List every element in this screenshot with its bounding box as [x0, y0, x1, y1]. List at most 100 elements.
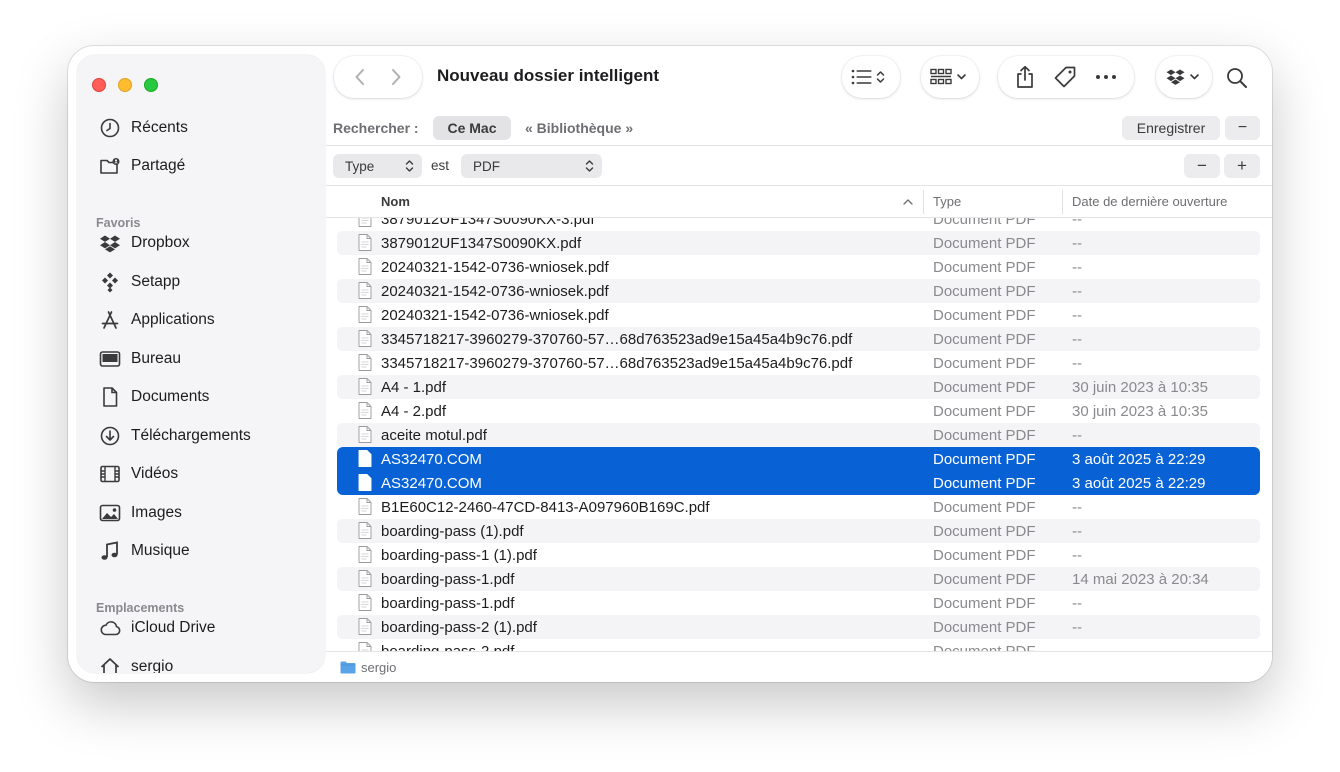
sidebar-item-label: Vidéos — [131, 465, 179, 482]
sidebar-item-setapp[interactable]: Setapp — [91, 266, 313, 298]
close-window-button[interactable] — [92, 78, 106, 92]
search-criteria-row: Type est PDF − + — [326, 146, 1272, 186]
sidebar-item-recents[interactable]: Récents — [91, 112, 313, 144]
file-last-opened: -- — [1072, 218, 1082, 228]
minimize-window-button[interactable] — [118, 78, 132, 92]
column-header: Nom Type Date de dernière ouverture — [326, 186, 1272, 218]
sidebar-item-label: Bureau — [131, 350, 181, 367]
file-row[interactable]: boarding-pass-1.pdf Document PDF 14 mai 20… — [326, 567, 1272, 591]
zoom-window-button[interactable] — [144, 78, 158, 92]
more-actions-button[interactable] — [1095, 74, 1117, 80]
sidebar-item-label: Partagé — [131, 157, 186, 174]
remove-search-button[interactable]: − — [1225, 116, 1260, 140]
sidebar-item-dropbox[interactable]: Dropbox — [91, 227, 313, 259]
file-row[interactable]: 3879012UF1347S0090KX.pdf Document PDF -- — [326, 231, 1272, 255]
sidebar-item-desktop[interactable]: Bureau — [91, 343, 313, 375]
file-name: 20240321-1542-0736-wniosek.pdf — [381, 259, 609, 276]
share-icon — [1017, 65, 1033, 88]
back-button[interactable] — [345, 62, 375, 92]
criteria-operator-label: est — [431, 158, 450, 173]
file-name: boarding-pass-2.pdf — [381, 643, 514, 651]
file-row[interactable]: boarding-pass-1 (1).pdf Document PDF -- — [326, 543, 1272, 567]
file-type: Document PDF — [933, 547, 1036, 564]
file-row[interactable]: aceite motul.pdf Document PDF -- — [326, 423, 1272, 447]
scope-this-mac-button[interactable]: Ce Mac — [433, 116, 511, 140]
sidebar-item-documents[interactable]: Documents — [91, 381, 313, 413]
file-row[interactable]: A4 - 2.pdf Document PDF 30 juin 2023 à 10:… — [326, 399, 1272, 423]
document-icon — [94, 381, 126, 413]
sidebar: Récents Partagé Favoris Dropbox Setapp A… — [77, 55, 325, 673]
sidebar-item-applications[interactable]: Applications — [91, 304, 313, 336]
file-last-opened: -- — [1072, 259, 1082, 276]
view-options-button[interactable] — [842, 56, 900, 98]
desktop-icon — [94, 343, 126, 375]
file-type: Document PDF — [933, 355, 1036, 372]
sidebar-item-images[interactable]: Images — [91, 497, 313, 529]
search-button[interactable] — [1221, 62, 1253, 94]
file-row[interactable]: 20240321-1542-0736-wniosek.pdf Document P… — [326, 255, 1272, 279]
sidebar-item-label: iCloud Drive — [131, 619, 216, 636]
path-item-home[interactable]: sergio — [361, 660, 396, 675]
sidebar-item-videos[interactable]: Vidéos — [91, 458, 313, 490]
sidebar-item-icloud[interactable]: iCloud Drive — [91, 612, 313, 644]
criteria-value-select[interactable]: PDF — [461, 154, 602, 178]
file-type: Document PDF — [933, 218, 1036, 228]
forward-button[interactable] — [381, 62, 411, 92]
path-bar: sergio — [326, 651, 1272, 682]
download-icon — [94, 420, 126, 452]
pdf-file-icon — [358, 234, 372, 251]
column-name-header[interactable]: Nom — [381, 194, 410, 209]
file-row[interactable]: A4 - 1.pdf Document PDF 30 juin 2023 à 10:… — [326, 375, 1272, 399]
file-name: 3345718217-3960279-370760-57…68d763523ad… — [381, 331, 853, 348]
file-name: 3879012UF1347S0090KX-3.pdf — [381, 218, 595, 228]
file-last-opened: -- — [1072, 595, 1082, 612]
tag-button[interactable] — [1053, 65, 1077, 89]
file-row[interactable]: AS32470.COM Document PDF 3 août 2025 à 22:… — [326, 471, 1272, 495]
file-name: 3345718217-3960279-370760-57…68d763523ad… — [381, 355, 853, 372]
dropbox-menu-button[interactable] — [1156, 56, 1212, 98]
save-search-button[interactable]: Enregistrer — [1122, 116, 1220, 140]
applications-icon — [94, 304, 126, 336]
remove-criteria-button[interactable]: − — [1184, 154, 1220, 178]
file-row[interactable]: boarding-pass-2 (1).pdf Document PDF -- — [326, 615, 1272, 639]
file-row[interactable]: B1E60C12-2460-47CD-8413-A097960B169C.pdf… — [326, 495, 1272, 519]
file-row[interactable]: AS32470.COM Document PDF 3 août 2025 à 22:… — [326, 447, 1272, 471]
file-last-opened: 3 août 2025 à 22:29 — [1072, 451, 1206, 468]
column-divider[interactable] — [1062, 190, 1063, 214]
file-name: A4 - 1.pdf — [381, 379, 447, 396]
pdf-file-icon — [358, 330, 372, 347]
scope-library-button[interactable]: « Bibliothèque » — [525, 120, 633, 136]
file-row[interactable]: boarding-pass-1.pdf Document PDF -- — [326, 591, 1272, 615]
sidebar-item-home[interactable]: sergio — [91, 651, 313, 673]
file-row[interactable]: boarding-pass-2.pdf Document PDF -- — [326, 639, 1272, 651]
file-row[interactable]: 3345718217-3960279-370760-57…68d763523ad… — [326, 351, 1272, 375]
column-type-header[interactable]: Type — [933, 194, 961, 209]
setapp-icon — [94, 266, 126, 298]
sidebar-item-music[interactable]: Musique — [91, 535, 313, 567]
file-row[interactable]: 3879012UF1347S0090KX-3.pdf Document PDF -- — [326, 218, 1272, 231]
sidebar-item-downloads[interactable]: Téléchargements — [91, 420, 313, 452]
column-date-header[interactable]: Date de dernière ouverture — [1072, 194, 1227, 209]
column-divider[interactable] — [923, 190, 924, 214]
share-button[interactable] — [1015, 65, 1035, 89]
file-name: boarding-pass-2 (1).pdf — [381, 619, 537, 636]
file-row[interactable]: 3345718217-3960279-370760-57…68d763523ad… — [326, 327, 1272, 351]
sort-ascending-icon — [903, 199, 913, 205]
finder-window: Récents Partagé Favoris Dropbox Setapp A… — [68, 46, 1272, 682]
file-last-opened: 14 mai 2023 à 20:34 — [1072, 571, 1209, 588]
sidebar-item-shared[interactable]: Partagé — [91, 150, 313, 182]
group-options-button[interactable] — [921, 56, 979, 98]
file-type: Document PDF — [933, 451, 1036, 468]
file-name: boarding-pass-1.pdf — [381, 595, 515, 612]
file-name: 20240321-1542-0736-wniosek.pdf — [381, 307, 609, 324]
file-list[interactable]: 3879012UF1347S0090KX-3.pdf Document PDF --… — [326, 218, 1272, 651]
file-row[interactable]: 20240321-1542-0736-wniosek.pdf Document P… — [326, 279, 1272, 303]
criteria-attribute-select[interactable]: Type — [333, 154, 422, 178]
file-last-opened: -- — [1072, 355, 1082, 372]
file-row[interactable]: 20240321-1542-0736-wniosek.pdf Document P… — [326, 303, 1272, 327]
file-last-opened: -- — [1072, 235, 1082, 252]
file-type: Document PDF — [933, 475, 1036, 492]
add-criteria-button[interactable]: + — [1224, 154, 1260, 178]
file-row[interactable]: boarding-pass (1).pdf Document PDF -- — [326, 519, 1272, 543]
file-last-opened: -- — [1072, 307, 1082, 324]
